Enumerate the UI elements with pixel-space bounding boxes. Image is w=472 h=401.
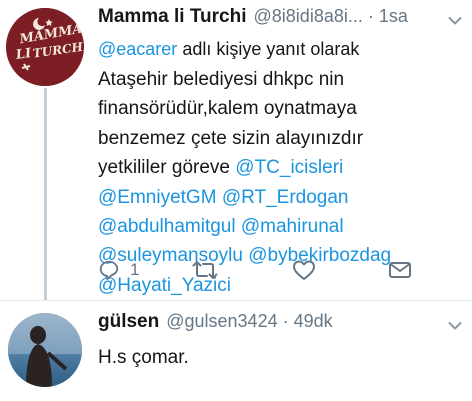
avatar-photo [8,313,82,387]
mention-link[interactable]: @TC_icisleri [235,157,343,178]
user-handle[interactable]: @8i8idi8a8i... [254,6,363,27]
avatar[interactable]: MAMMA LI TURCHI! [6,8,84,86]
display-name[interactable]: gülsen [98,311,159,333]
dm-icon [389,262,411,278]
tweet-header: gülsen @gulsen3424 · 49dk [98,311,464,339]
mention-link[interactable]: @EmniyetGM [98,187,217,208]
mention-link[interactable]: @abdulhamitgul [98,216,236,237]
retweet-icon [192,261,218,279]
user-handle[interactable]: @gulsen3424 [166,311,277,332]
mention-link[interactable]: @mahirunal [241,216,344,237]
thread-line [44,88,47,300]
reply-count: 1 [130,260,140,279]
retweet-button[interactable] [192,256,218,284]
tweet[interactable]: gülsen @gulsen3424 · 49dk H.s çomar. [98,311,464,369]
reply-button[interactable]: 1 [98,256,139,284]
tweet-actions: 1 [98,256,428,286]
tweet-text: H.s çomar. [98,347,189,368]
reply-context: @eacarer adlı kişiye yanıt olarak [98,37,464,61]
separator-dot: · [367,6,374,26]
timestamp[interactable]: 49dk [294,311,333,332]
timestamp[interactable]: 1sa [379,6,408,27]
tweet-header: Mamma li Turchi @8i8idi8a8i... · 1sa [98,6,464,34]
avatar-text-2: LI [14,46,33,63]
mention-link[interactable]: @RT_Erdogan [222,187,349,208]
reply-mention[interactable]: @eacarer [98,39,177,59]
avatar[interactable] [8,313,82,387]
like-icon [293,260,315,280]
avatar-logo: MAMMA LI TURCHI! [6,8,84,86]
chevron-down-icon[interactable] [448,321,462,331]
reply-icon [99,260,119,281]
reply-context-text: adlı kişiye yanıt olarak [177,39,360,59]
dm-button[interactable] [388,256,412,284]
separator-dot: · [282,311,289,331]
divider [0,300,472,301]
display-name[interactable]: Mamma li Turchi [98,6,247,28]
chevron-down-icon[interactable] [448,16,462,26]
like-button[interactable] [292,256,316,284]
